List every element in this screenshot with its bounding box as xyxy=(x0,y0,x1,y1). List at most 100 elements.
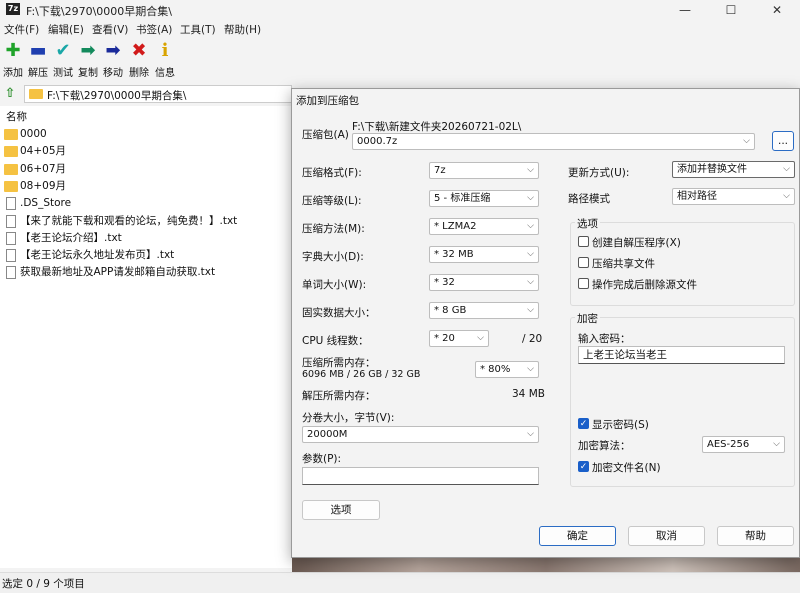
test-button[interactable]: ✔ 测试 xyxy=(50,40,76,79)
copy-arrow-icon: ➡ xyxy=(80,40,96,61)
update-combo[interactable]: 添加并替换文件 ⌵ xyxy=(672,161,795,178)
word-combo[interactable]: * 32 ⌵ xyxy=(429,274,539,291)
options-button[interactable]: 选项 xyxy=(302,500,380,520)
level-label: 压缩等级(L): xyxy=(302,195,362,207)
move-arrow-icon: ➡ xyxy=(105,40,121,61)
toolbar-label: 测试 xyxy=(53,68,73,79)
menu-tools[interactable]: 工具(T) xyxy=(180,22,216,37)
mem-percent-value: * 80% xyxy=(480,364,511,375)
solid-combo[interactable]: * 8 GB ⌵ xyxy=(429,302,539,319)
path-field[interactable]: F:\下载\2970\0000早期合集\ xyxy=(24,85,292,103)
file-row[interactable]: 获取最新地址及APP请发邮箱自动获取.txt xyxy=(4,264,289,281)
menu-file[interactable]: 文件(F) xyxy=(4,22,39,37)
menu-edit[interactable]: 编辑(E) xyxy=(48,22,84,37)
browse-button[interactable]: ... xyxy=(772,131,794,151)
delete-after-checkbox[interactable] xyxy=(578,278,589,289)
show-password-checkbox[interactable]: ✓ xyxy=(578,418,589,429)
encrypt-names-checkbox[interactable]: ✓ xyxy=(578,461,589,472)
shared-label: 压缩共享文件 xyxy=(592,258,655,270)
chevron-down-icon: ⌵ xyxy=(773,439,780,449)
file-name: 04+05月 xyxy=(20,145,67,158)
mem-decompress-value: 34 MB xyxy=(512,388,545,400)
threads-combo[interactable]: * 20 ⌵ xyxy=(429,330,489,347)
file-icon xyxy=(6,249,16,263)
file-name: 获取最新地址及APP请发邮箱自动获取.txt xyxy=(20,266,216,279)
archive-path: F:\下载\新建文件夹20260721-02L\ xyxy=(352,121,522,133)
menu-help[interactable]: 帮助(H) xyxy=(224,22,261,37)
plus-icon: ✚ xyxy=(5,40,21,61)
enc-method-combo[interactable]: AES-256 ⌵ xyxy=(702,436,785,453)
file-name: 【来了就能下载和观看的论坛，纯免费！】.txt xyxy=(20,214,238,227)
update-value: 添加并替换文件 xyxy=(677,164,747,175)
chevron-down-icon: ⌵ xyxy=(527,305,534,315)
add-button[interactable]: ✚ 添加 xyxy=(0,40,26,79)
volume-combo[interactable]: 20000M ⌵ xyxy=(302,426,539,443)
sfx-label: 创建自解压程序(X) xyxy=(592,237,681,249)
ok-button[interactable]: 确定 xyxy=(539,526,616,546)
file-icon xyxy=(6,197,16,211)
toolbar-label: 移动 xyxy=(103,68,123,79)
mem-compress-label: 压缩所需内存： xyxy=(302,357,376,369)
params-input[interactable] xyxy=(302,467,539,485)
maximize-button[interactable]: ☐ xyxy=(708,1,754,19)
volume-label: 分卷大小，字节(V): xyxy=(302,412,395,424)
format-combo[interactable]: 7z ⌵ xyxy=(429,162,539,179)
chevron-down-icon: ⌵ xyxy=(527,221,534,231)
delete-button[interactable]: ✖ 删除 xyxy=(126,40,152,79)
info-button[interactable]: i 信息 xyxy=(152,40,178,79)
level-combo[interactable]: 5 - 标准压缩 ⌵ xyxy=(429,190,539,207)
file-row[interactable]: 【老王论坛介绍】.txt xyxy=(4,230,289,247)
folder-row[interactable]: 06+07月 xyxy=(4,161,289,178)
shared-checkbox[interactable] xyxy=(578,257,589,268)
help-button[interactable]: 帮助 xyxy=(717,526,794,546)
folder-row[interactable]: 0000 xyxy=(4,126,289,143)
file-row[interactable]: .DS_Store xyxy=(4,195,289,212)
sfx-checkbox[interactable] xyxy=(578,236,589,247)
update-label: 更新方式(U): xyxy=(568,167,630,179)
add-to-archive-dialog: 添加到压缩包 压缩包(A) F:\下载\新建文件夹20260721-02L\ 0… xyxy=(291,88,800,558)
cancel-button[interactable]: 取消 xyxy=(628,526,705,546)
copy-button[interactable]: ➡ 复制 xyxy=(75,40,101,79)
toolbar-label: 信息 xyxy=(155,68,175,79)
delete-after-label: 操作完成后删除源文件 xyxy=(592,279,697,291)
method-value: * LZMA2 xyxy=(434,221,477,232)
archive-name-value: 0000.7z xyxy=(357,136,398,147)
toolbar-label: 解压 xyxy=(28,68,48,79)
toolbar: ✚ 添加 ▬ 解压 ✔ 测试 ➡ 复制 ➡ 移动 ✖ 删除 i 信息 xyxy=(0,40,800,80)
toolbar-label: 删除 xyxy=(129,68,149,79)
file-name: 【老王论坛介绍】.txt xyxy=(20,231,122,244)
mem-percent-combo[interactable]: * 80% ⌵ xyxy=(475,361,539,378)
path-text: F:\下载\2970\0000早期合集\ xyxy=(47,90,187,102)
format-value: 7z xyxy=(434,165,446,176)
folder-row[interactable]: 04+05月 xyxy=(4,143,289,160)
file-icon xyxy=(6,214,16,228)
column-header-name[interactable]: 名称 xyxy=(6,109,27,124)
options-group-title: 选项 xyxy=(575,216,600,231)
path-mode-combo[interactable]: 相对路径 ⌵ xyxy=(672,188,795,205)
folder-row[interactable]: 08+09月 xyxy=(4,178,289,195)
enc-method-label: 加密算法： xyxy=(578,440,631,452)
threads-value: * 20 xyxy=(434,333,455,344)
info-icon: i xyxy=(161,40,169,61)
folder-icon xyxy=(4,163,18,175)
file-row[interactable]: 【老王论坛永久地址发布页】.txt xyxy=(4,247,289,264)
path-mode-value: 相对路径 xyxy=(677,191,717,202)
extract-button[interactable]: ▬ 解压 xyxy=(25,40,51,79)
archive-name-combo[interactable]: 0000.7z ⌵ xyxy=(352,133,755,150)
address-bar: ⇧ F:\下载\2970\0000早期合集\ xyxy=(0,84,292,104)
file-name: 0000 xyxy=(20,128,47,140)
method-combo[interactable]: * LZMA2 ⌵ xyxy=(429,218,539,235)
toolbar-label: 复制 xyxy=(78,68,98,79)
window-title: F:\下载\2970\0000早期合集\ xyxy=(26,5,172,18)
menu-bookmarks[interactable]: 书签(A) xyxy=(136,22,172,37)
close-button[interactable]: ✕ xyxy=(754,1,800,19)
dict-combo[interactable]: * 32 MB ⌵ xyxy=(429,246,539,263)
menu-view[interactable]: 查看(V) xyxy=(92,22,128,37)
move-button[interactable]: ➡ 移动 xyxy=(100,40,126,79)
file-row[interactable]: 【来了就能下载和观看的论坛，纯免费！】.txt xyxy=(4,213,289,230)
minimize-button[interactable]: — xyxy=(662,1,708,19)
folder-icon xyxy=(4,129,18,140)
toolbar-label: 添加 xyxy=(3,68,23,79)
password-input[interactable]: 上老王论坛当老王 xyxy=(578,346,785,364)
up-folder-icon[interactable]: ⇧ xyxy=(2,85,18,102)
